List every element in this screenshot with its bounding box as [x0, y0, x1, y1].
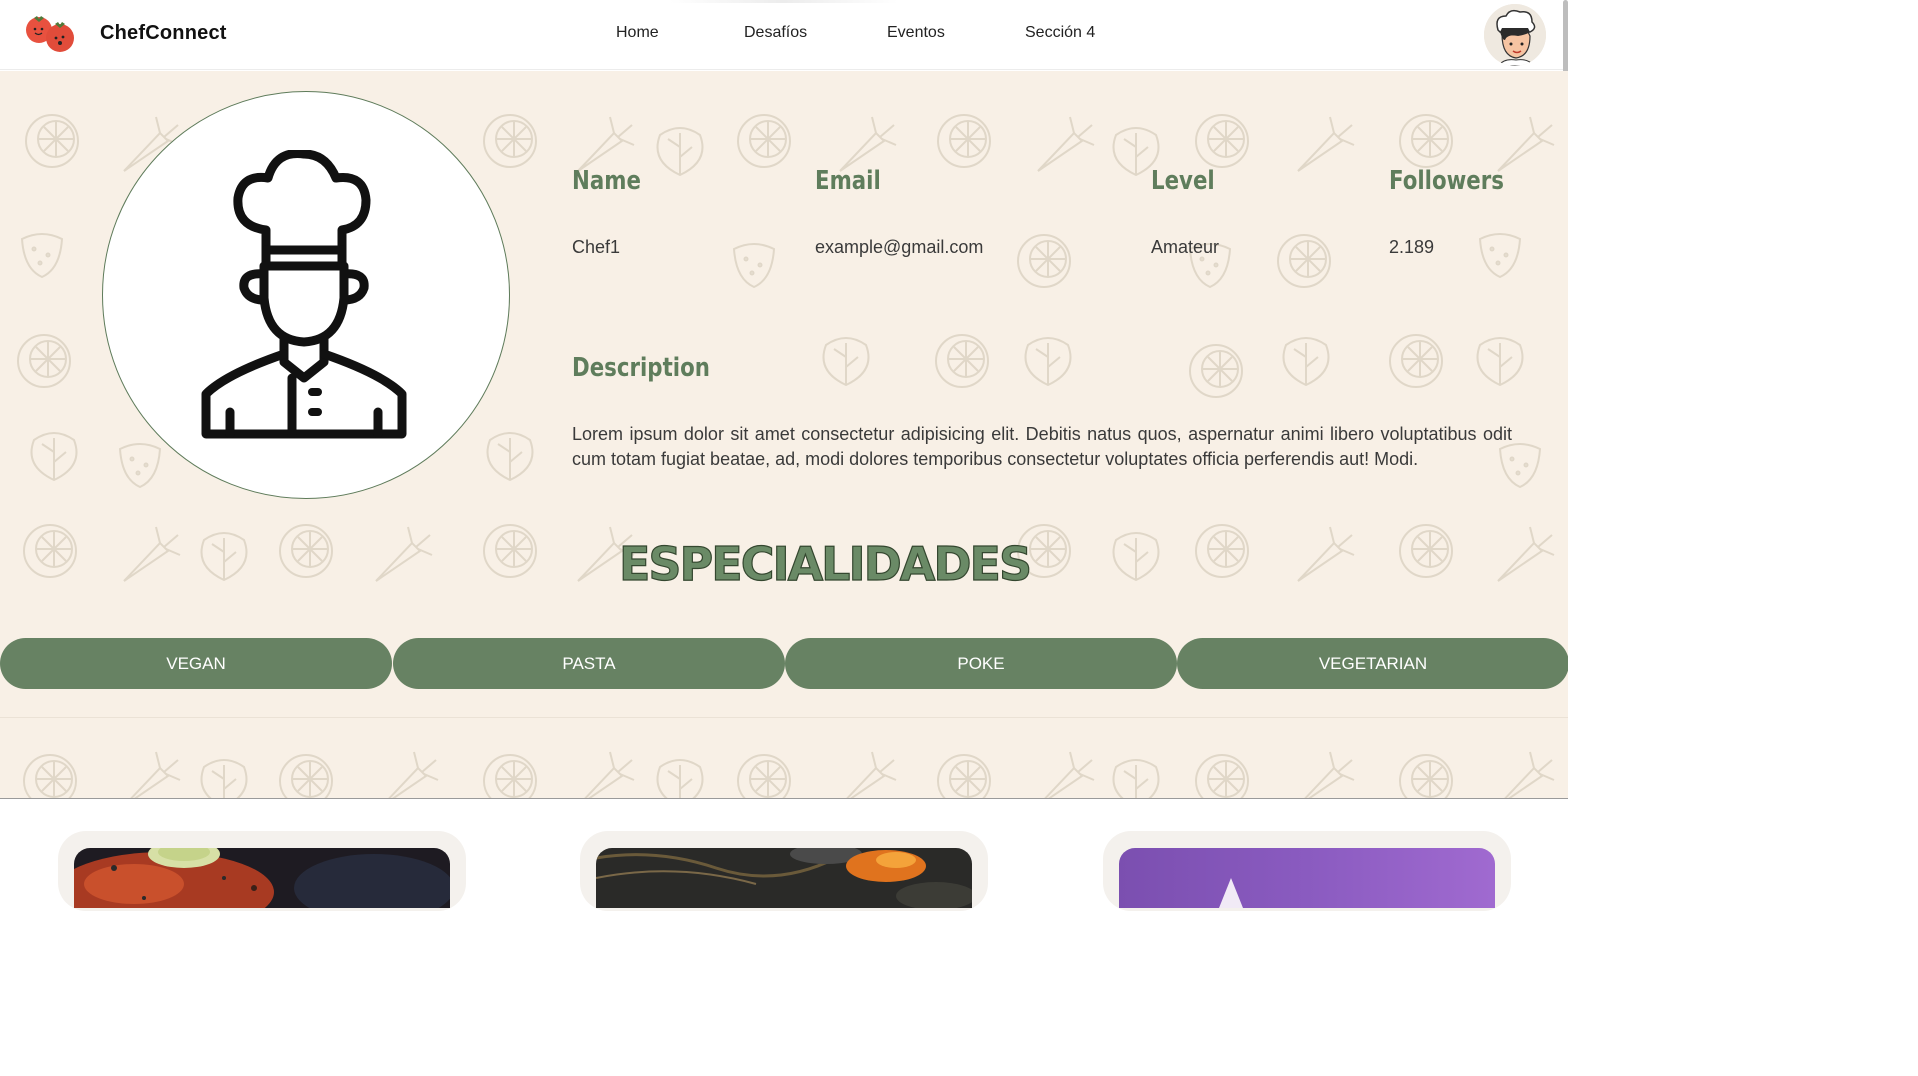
level-value: Amateur	[1151, 237, 1220, 257]
nav-seccion-4[interactable]: Sección 4	[1025, 24, 1095, 42]
specialties-title: ESPECIALIDADES	[618, 536, 1032, 591]
profile-section: Name Email Level Followers Chef1 example…	[0, 71, 1568, 798]
recipe-card[interactable]	[1103, 831, 1511, 911]
salmon-dish-photo[interactable]	[74, 848, 450, 908]
followers-value: 2.189	[1389, 237, 1435, 257]
specialty-poke-button[interactable]: POKE	[785, 638, 1177, 689]
chef-icon	[201, 150, 407, 439]
name-value: Chef1	[572, 237, 621, 257]
section-divider	[0, 717, 1568, 718]
profile-photo[interactable]	[102, 91, 510, 499]
recipe-cards	[0, 798, 1568, 911]
recipe-card[interactable]	[58, 831, 466, 911]
orange-dish-photo[interactable]	[596, 848, 972, 908]
navbar: ChefConnect Home Desafíos Eventos Secció…	[0, 0, 1568, 70]
description-text: Lorem ipsum dolor sit amet consectetur a…	[572, 424, 1512, 469]
chef-avatar-icon[interactable]	[1484, 4, 1546, 66]
followers-label: Followers	[1389, 166, 1504, 196]
description-title: Description	[572, 353, 710, 383]
email-value: example@gmail.com	[815, 237, 984, 257]
nav-links: Home Desafíos Eventos Sección 4	[0, 0, 1568, 70]
specialty-vegan-button[interactable]: VEGAN	[0, 638, 392, 689]
recipe-card[interactable]	[580, 831, 988, 911]
nav-eventos[interactable]: Eventos	[887, 24, 945, 42]
specialty-pasta-button[interactable]: PASTA	[393, 638, 785, 689]
email-label: Email	[815, 166, 881, 196]
level-label: Level	[1151, 166, 1215, 196]
nav-home[interactable]: Home	[616, 24, 659, 42]
name-label: Name	[572, 166, 641, 196]
specialty-vegetarian-button[interactable]: VEGETARIAN	[1177, 638, 1568, 689]
purple-dish-photo[interactable]	[1119, 848, 1495, 908]
nav-desafios[interactable]: Desafíos	[744, 24, 807, 42]
